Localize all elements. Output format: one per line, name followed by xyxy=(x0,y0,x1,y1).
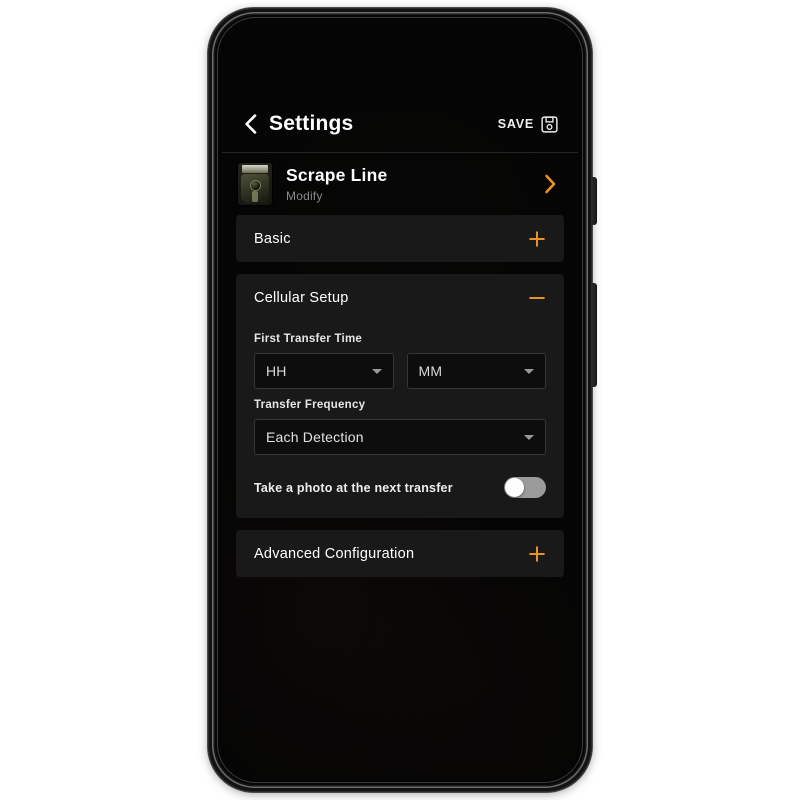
minute-select-value: MM xyxy=(418,363,443,379)
camera-lens xyxy=(251,181,260,190)
plus-icon[interactable] xyxy=(528,230,546,248)
save-button-label: SAVE xyxy=(497,117,534,131)
device-text-block: Scrape Line Modify xyxy=(286,165,544,203)
caret-down-icon xyxy=(524,369,534,374)
first-transfer-time-label: First Transfer Time xyxy=(254,333,363,345)
section-cellular-setup-body: First Transfer Time HH MM Transfer Frequ… xyxy=(236,321,564,518)
toggle-knob xyxy=(505,478,524,497)
section-cellular-setup: Cellular Setup First Transfer Time HH MM… xyxy=(236,274,564,518)
hour-select[interactable]: HH xyxy=(254,353,394,389)
section-advanced-configuration: Advanced Configuration xyxy=(236,530,564,577)
photo-at-next-transfer-toggle[interactable] xyxy=(504,477,546,498)
power-button[interactable] xyxy=(591,177,597,225)
save-button[interactable]: SAVE xyxy=(497,115,558,133)
section-basic-title: Basic xyxy=(254,230,291,247)
section-basic: Basic xyxy=(236,215,564,262)
app-header: Settings SAVE xyxy=(222,100,578,148)
section-basic-header[interactable]: Basic xyxy=(236,215,564,262)
hour-select-value: HH xyxy=(266,363,287,379)
photo-at-next-transfer-label: Take a photo at the next transfer xyxy=(254,480,453,495)
section-advanced-configuration-title: Advanced Configuration xyxy=(254,545,415,562)
phone-screen: Settings SAVE Scrape Line Modify Basic C… xyxy=(222,22,578,778)
transfer-frequency-value: Each Detection xyxy=(266,429,364,445)
settings-sections: Basic Cellular Setup First Transfer Time… xyxy=(222,215,578,577)
section-cellular-setup-header[interactable]: Cellular Setup xyxy=(236,274,564,321)
back-chevron-icon[interactable] xyxy=(240,113,260,135)
floppy-disk-save-icon xyxy=(541,115,558,133)
device-modify-label: Modify xyxy=(286,189,323,203)
photo-at-next-transfer-row: Take a photo at the next transfer xyxy=(254,477,546,498)
device-name: Scrape Line xyxy=(286,165,388,185)
camera-front-strip xyxy=(252,191,258,202)
volume-rocker-button[interactable] xyxy=(591,283,597,387)
minus-icon[interactable] xyxy=(528,289,546,307)
transfer-frequency-label: Transfer Frequency xyxy=(254,399,366,411)
chevron-right-icon[interactable] xyxy=(544,174,558,194)
trail-camera-thumbnail-icon xyxy=(238,163,272,205)
caret-down-icon xyxy=(371,369,382,374)
camera-top-band xyxy=(242,165,268,173)
section-advanced-configuration-header[interactable]: Advanced Configuration xyxy=(236,530,564,577)
caret-down-icon xyxy=(524,435,534,440)
transfer-frequency-select[interactable]: Each Detection xyxy=(254,419,546,455)
screenshot-stage: Settings SAVE Scrape Line Modify Basic C… xyxy=(0,0,800,800)
first-transfer-time-row: HH MM xyxy=(254,353,546,389)
minute-select[interactable]: MM xyxy=(406,353,546,389)
section-cellular-setup-title: Cellular Setup xyxy=(254,289,349,306)
device-summary-row[interactable]: Scrape Line Modify xyxy=(222,153,578,215)
plus-icon[interactable] xyxy=(528,545,546,563)
page-title: Settings xyxy=(269,112,354,135)
settings-app: Settings SAVE Scrape Line Modify Basic C… xyxy=(222,22,578,778)
